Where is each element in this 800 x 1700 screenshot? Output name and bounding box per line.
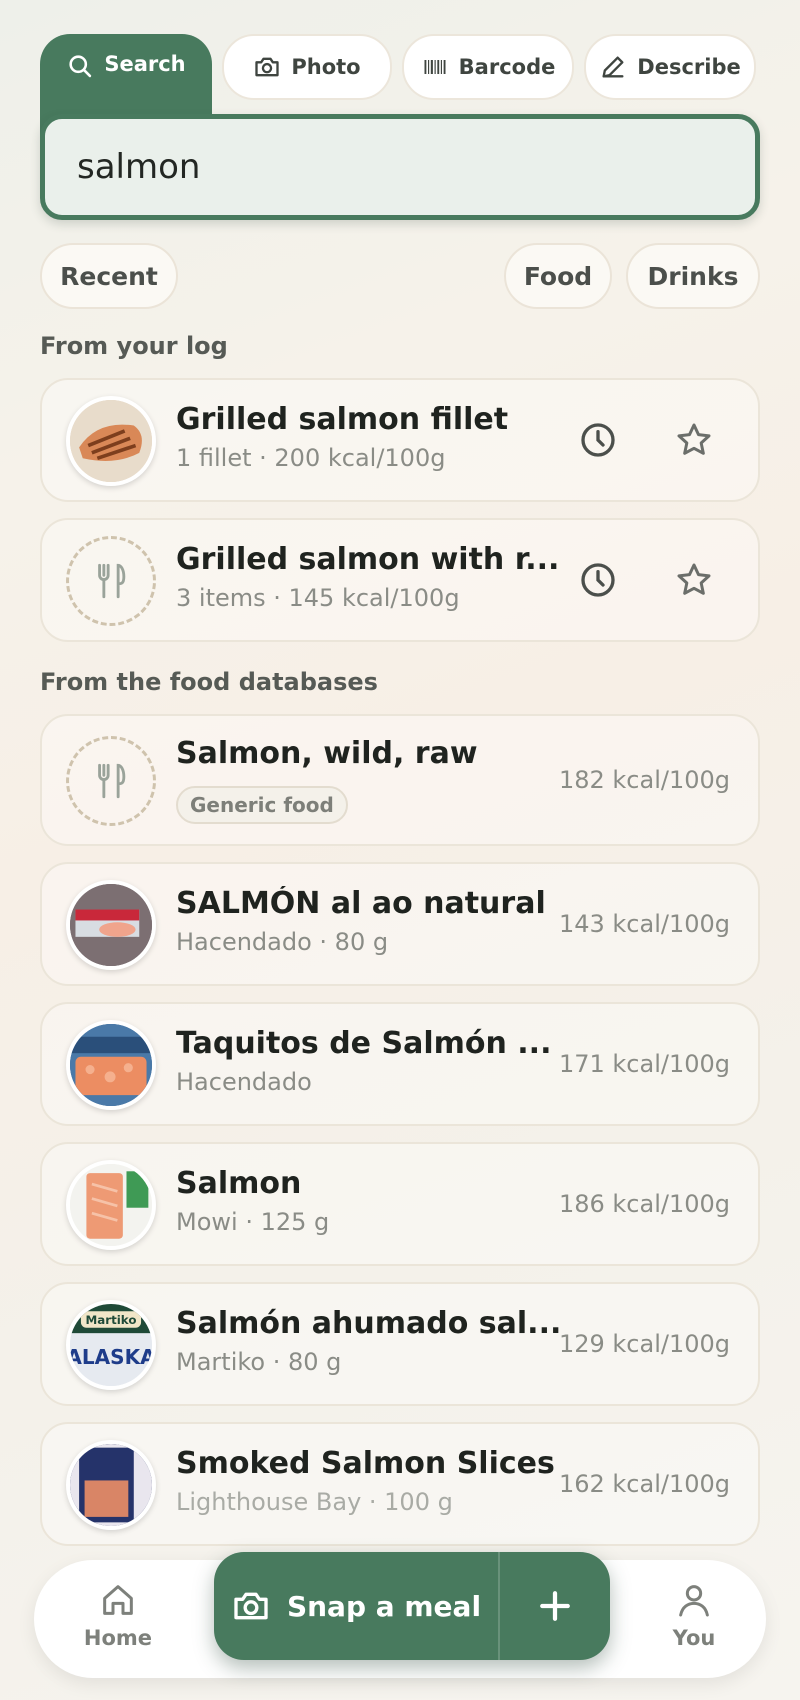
tab-photo-label: Photo bbox=[291, 55, 361, 79]
alaska-logo-text: ALASKA bbox=[70, 1345, 152, 1369]
item-kcal: 171 kcal/100g bbox=[558, 1050, 730, 1078]
section-title-databases: From the food databases bbox=[40, 668, 378, 696]
nav-you-label: You bbox=[672, 1626, 716, 1650]
pencil-icon bbox=[602, 56, 624, 78]
section-title-log: From your log bbox=[40, 332, 228, 360]
salmon-package-image bbox=[70, 884, 152, 966]
tab-describe-label: Describe bbox=[637, 55, 741, 79]
food-thumbnail-placeholder bbox=[66, 736, 156, 826]
item-name: SALMÓN al ao natural bbox=[176, 886, 546, 921]
db-item[interactable]: Smoked Salmon Slices Lighthouse Bay · 10… bbox=[40, 1422, 760, 1546]
tab-barcode[interactable]: Barcode bbox=[402, 34, 574, 100]
user-icon bbox=[679, 1585, 709, 1617]
log-item[interactable]: Grilled salmon with r... 3 items · 145 k… bbox=[40, 518, 760, 642]
plus-icon bbox=[540, 1591, 570, 1621]
food-thumbnail-placeholder bbox=[66, 536, 156, 626]
item-name: Salmón ahumado sal... bbox=[176, 1306, 562, 1341]
salmon-cubes-image bbox=[70, 1024, 152, 1106]
filter-recent[interactable]: Recent bbox=[40, 243, 178, 309]
nav-home-label: Home bbox=[83, 1626, 153, 1650]
filter-recent-label: Recent bbox=[60, 261, 158, 291]
filter-food-label: Food bbox=[523, 261, 593, 291]
db-item[interactable]: Martiko ALASKA Salmón ahumado sal... Mar… bbox=[40, 1282, 760, 1406]
clock-icon[interactable] bbox=[578, 560, 618, 600]
item-details: 3 items · 145 kcal/100g bbox=[176, 584, 460, 612]
nav-you[interactable]: You bbox=[644, 1580, 744, 1650]
item-name: Grilled salmon with r... bbox=[176, 542, 560, 577]
tab-barcode-label: Barcode bbox=[458, 55, 556, 79]
add-button[interactable] bbox=[500, 1552, 610, 1660]
star-icon[interactable] bbox=[674, 560, 714, 600]
salmon-pack-image bbox=[70, 1164, 152, 1246]
db-item[interactable]: SALMÓN al ao natural Hacendado · 80 g 14… bbox=[40, 862, 760, 986]
food-thumbnail bbox=[66, 1440, 156, 1530]
search-box bbox=[40, 114, 760, 220]
item-name: Salmon bbox=[176, 1166, 302, 1201]
item-name: Salmon, wild, raw bbox=[176, 736, 478, 771]
item-details: 1 fillet · 200 kcal/100g bbox=[176, 444, 446, 472]
item-name: Taquitos de Salmón ... bbox=[176, 1026, 552, 1061]
item-details: Lighthouse Bay · 100 g bbox=[176, 1488, 453, 1516]
snap-meal-group: Snap a meal bbox=[214, 1552, 610, 1660]
search-input[interactable] bbox=[77, 147, 755, 187]
nav-home[interactable]: Home bbox=[68, 1580, 168, 1650]
food-thumbnail bbox=[66, 1160, 156, 1250]
generic-food-badge: Generic food bbox=[176, 786, 348, 824]
db-item[interactable]: Salmon Mowi · 125 g 186 kcal/100g bbox=[40, 1142, 760, 1266]
item-details: Martiko · 80 g bbox=[176, 1348, 342, 1376]
tab-search-label: Search bbox=[104, 52, 186, 76]
item-details: Hacendado bbox=[176, 1068, 312, 1096]
food-thumbnail bbox=[66, 880, 156, 970]
food-thumbnail bbox=[66, 1020, 156, 1110]
item-kcal: 143 kcal/100g bbox=[558, 910, 730, 938]
martiko-package-image: Martiko ALASKA bbox=[70, 1304, 152, 1386]
db-item[interactable]: Salmon, wild, raw Generic food 182 kcal/… bbox=[40, 714, 760, 846]
item-kcal: 182 kcal/100g bbox=[558, 766, 730, 794]
tab-describe[interactable]: Describe bbox=[584, 34, 756, 100]
martiko-logo-text: Martiko bbox=[86, 1313, 137, 1327]
camera-icon bbox=[234, 1592, 268, 1620]
snap-meal-label: Snap a meal bbox=[286, 1589, 482, 1623]
tab-photo[interactable]: Photo bbox=[222, 34, 392, 100]
item-name: Smoked Salmon Slices bbox=[176, 1446, 555, 1481]
input-mode-tabs: Search Photo Barcode Describe bbox=[40, 34, 760, 144]
filter-drinks[interactable]: Drinks bbox=[626, 243, 760, 309]
camera-icon bbox=[255, 57, 280, 77]
food-thumbnail: Martiko ALASKA bbox=[66, 1300, 156, 1390]
fork-knife-icon bbox=[98, 563, 126, 599]
item-kcal: 186 kcal/100g bbox=[558, 1190, 730, 1218]
smoked-salmon-package-image bbox=[70, 1444, 152, 1526]
filter-food[interactable]: Food bbox=[504, 243, 612, 309]
item-name: Grilled salmon fillet bbox=[176, 402, 509, 437]
clock-icon[interactable] bbox=[578, 420, 618, 460]
db-item[interactable]: Taquitos de Salmón ... Hacendado 171 kca… bbox=[40, 1002, 760, 1126]
item-kcal: 129 kcal/100g bbox=[558, 1330, 730, 1358]
star-icon[interactable] bbox=[674, 420, 714, 460]
home-icon bbox=[103, 1585, 133, 1615]
item-details: Mowi · 125 g bbox=[176, 1208, 330, 1236]
fork-knife-icon bbox=[98, 763, 126, 799]
item-kcal: 162 kcal/100g bbox=[558, 1470, 730, 1498]
snap-meal-button[interactable]: Snap a meal bbox=[214, 1552, 498, 1660]
search-icon bbox=[69, 55, 92, 78]
salmon-fillet-image bbox=[70, 400, 152, 482]
barcode-icon bbox=[424, 60, 446, 74]
item-details: Hacendado · 80 g bbox=[176, 928, 389, 956]
filter-drinks-label: Drinks bbox=[647, 261, 739, 291]
log-item[interactable]: Grilled salmon fillet 1 fillet · 200 kca… bbox=[40, 378, 760, 502]
food-thumbnail bbox=[66, 396, 156, 486]
